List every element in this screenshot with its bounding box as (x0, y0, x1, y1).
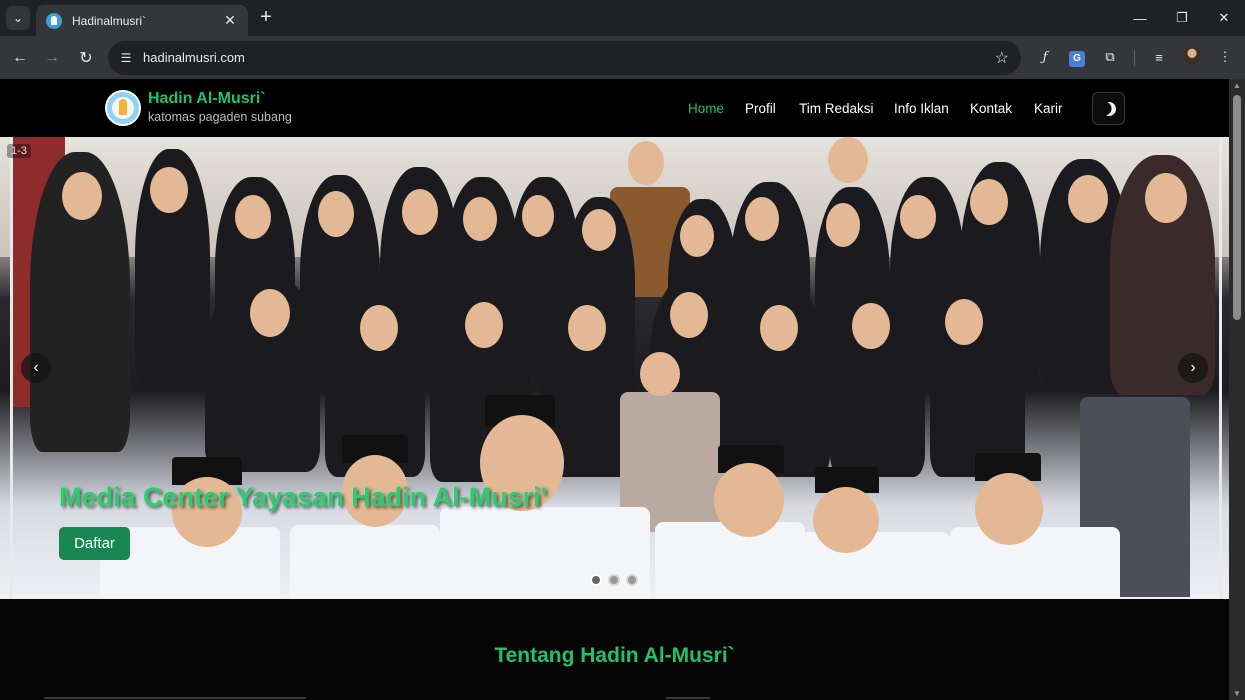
daftar-button[interactable]: Daftar (59, 527, 130, 560)
url-text[interactable]: hadinalmusri.com (143, 50, 245, 65)
site-navbar: Hadin Al-Musri` katomas pagaden subang H… (0, 79, 1229, 137)
tab-strip: ⌄ Hadinalmusri` ✕ + — ❐ ✕ (0, 0, 1245, 36)
page-scrollbar[interactable]: ▲ ▼ (1229, 79, 1245, 700)
site-info-icon[interactable]: ☰ (118, 50, 134, 66)
brand-logo-icon[interactable] (105, 90, 141, 126)
nav-home[interactable]: Home (688, 101, 724, 116)
divider (44, 697, 306, 699)
web-page: Hadin Al-Musri` katomas pagaden subang H… (0, 79, 1229, 700)
theme-toggle-button[interactable] (1092, 92, 1125, 125)
font-extension-icon[interactable]: ƒ (1034, 46, 1056, 68)
carousel-prev-arrow-icon[interactable]: ‹ (21, 353, 51, 383)
scrollbar-thumb[interactable] (1233, 95, 1241, 320)
carousel-dot-3[interactable] (626, 574, 638, 586)
nav-tim-redaksi[interactable]: Tim Redaksi (799, 101, 874, 116)
site-favicon-icon (46, 12, 62, 29)
profile-avatar[interactable] (1183, 47, 1201, 65)
carousel-dot-2[interactable] (608, 574, 620, 586)
translate-icon[interactable]: G (1066, 46, 1088, 68)
divider (666, 697, 710, 699)
address-bar[interactable]: ☰ hadinalmusri.com ☆ (108, 41, 1021, 75)
tab-close-icon[interactable]: ✕ (222, 12, 238, 29)
active-tab[interactable]: Hadinalmusri` ✕ (36, 5, 248, 36)
carousel-indicators (590, 574, 638, 586)
scroll-up-icon[interactable]: ▲ (1233, 81, 1241, 90)
carousel-dot-1[interactable] (590, 574, 602, 586)
window-close-button[interactable]: ✕ (1204, 0, 1244, 36)
forward-arrow-icon[interactable]: → (38, 44, 66, 72)
back-arrow-icon[interactable]: ← (6, 44, 34, 72)
nav-profil[interactable]: Profil (745, 101, 776, 116)
toolbar-separator (1134, 50, 1135, 66)
minimize-button[interactable]: — (1120, 0, 1160, 36)
media-playlist-icon[interactable]: ≡ (1148, 46, 1170, 68)
tab-search-icon[interactable]: ⌄ (6, 6, 30, 30)
new-tab-button[interactable]: + (256, 7, 276, 28)
hero-frame-right (1219, 137, 1222, 599)
menu-kebab-icon[interactable]: ⋮ (1214, 46, 1236, 68)
slide-counter: 1-3 (7, 144, 31, 158)
hero-title: Media Center Yayasan Hadin Al-Musri' (59, 482, 548, 512)
bookmark-star-icon[interactable]: ☆ (995, 48, 1009, 68)
brand-tagline: katomas pagaden subang (148, 110, 292, 124)
about-section-title: Tentang Hadin Al-Musri` (494, 644, 735, 667)
hero-carousel: 1-3 ‹ › Media Center Yayasan Hadin Al-Mu… (0, 137, 1229, 599)
tab-title: Hadinalmusri` (72, 13, 147, 28)
hero-frame-left (10, 137, 13, 599)
restore-button[interactable]: ❐ (1162, 0, 1202, 36)
nav-karir[interactable]: Karir (1034, 101, 1063, 116)
nav-kontak[interactable]: Kontak (970, 101, 1012, 116)
extensions-puzzle-icon[interactable]: ⧉ (1099, 46, 1121, 68)
carousel-next-arrow-icon[interactable]: › (1178, 353, 1208, 383)
reload-icon[interactable]: ↻ (72, 44, 100, 72)
browser-toolbar: ← → ↻ ☰ hadinalmusri.com ☆ ƒ G ⧉ ≡ ⋮ (0, 36, 1245, 79)
scroll-down-icon[interactable]: ▼ (1233, 689, 1241, 698)
moon-icon (1100, 100, 1118, 118)
nav-info-iklan[interactable]: Info Iklan (894, 101, 949, 116)
brand-name[interactable]: Hadin Al-Musri` (148, 90, 266, 108)
